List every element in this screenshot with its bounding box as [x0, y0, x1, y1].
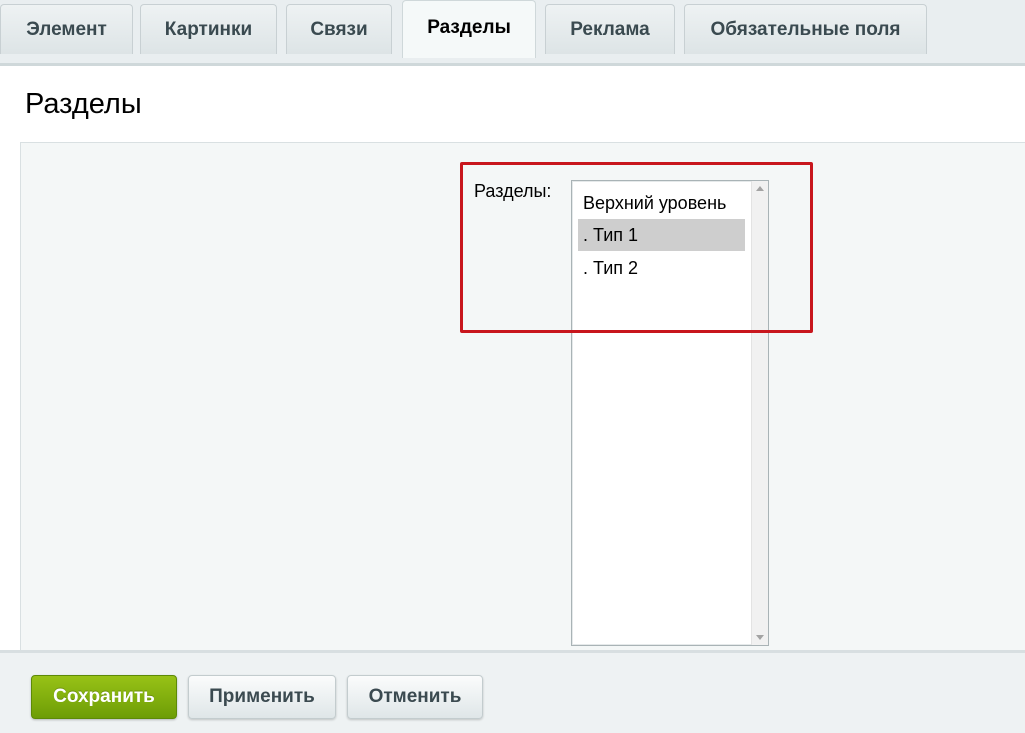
tab-sections[interactable]: Разделы	[402, 0, 536, 58]
tab-images[interactable]: Картинки	[140, 4, 277, 54]
listbox-option-selected[interactable]: . Тип 1	[578, 219, 745, 251]
tab-required-fields[interactable]: Обязательные поля	[684, 4, 927, 54]
tab-links[interactable]: Связи	[286, 4, 392, 54]
form-area: Разделы: Верхний уровень . Тип 1 . Тип 2	[20, 142, 1025, 651]
option-label: Верхний уровень	[583, 193, 727, 213]
tab-bar: Элемент Картинки Связи Разделы Реклама О…	[0, 0, 1025, 58]
tab-advertising[interactable]: Реклама	[545, 4, 675, 54]
option-label: . Тип 1	[583, 225, 639, 245]
listbox-option[interactable]: Верхний уровень	[578, 187, 745, 219]
listbox-scrollbar[interactable]	[751, 181, 768, 645]
apply-button[interactable]: Применить	[188, 675, 336, 719]
sections-listbox[interactable]: Верхний уровень . Тип 1 . Тип 2	[571, 180, 769, 646]
tab-label: Разделы	[427, 17, 511, 38]
tab-label: Элемент	[26, 18, 107, 40]
option-label: . Тип 2	[583, 258, 639, 278]
tab-label: Связи	[310, 18, 368, 40]
tab-label: Картинки	[164, 18, 253, 40]
save-button[interactable]: Сохранить	[31, 675, 177, 719]
tab-element[interactable]: Элемент	[0, 4, 133, 54]
tab-label: Реклама	[570, 18, 650, 40]
listbox-option[interactable]: . Тип 2	[578, 252, 745, 284]
page-title: Разделы	[25, 88, 142, 120]
scroll-down-arrow-icon[interactable]	[756, 635, 764, 640]
scroll-up-arrow-icon[interactable]	[756, 186, 764, 191]
cancel-button[interactable]: Отменить	[347, 675, 483, 719]
tab-label: Обязательные поля	[710, 18, 901, 40]
sections-field-label: Разделы:	[474, 181, 552, 201]
content-panel: Разделы Разделы: Верхний уровень . Тип 1…	[0, 66, 1025, 651]
action-footer: Сохранить Применить Отменить	[0, 650, 1025, 733]
